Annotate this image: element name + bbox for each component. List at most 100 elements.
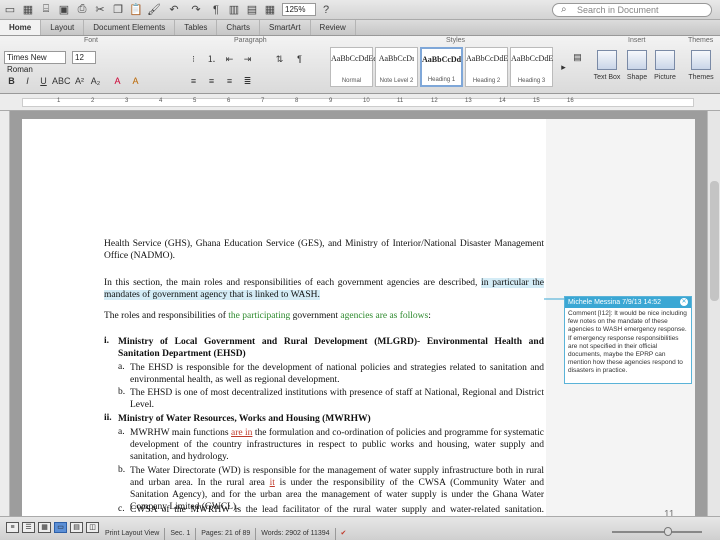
tab-layout[interactable]: Layout xyxy=(41,20,85,35)
word-count[interactable]: Words: 2902 of 11394 xyxy=(256,528,336,540)
list-marker: b. xyxy=(118,465,126,475)
list-item-ehsd-a: The EHSD is responsible for the developm… xyxy=(130,363,544,385)
align-right-icon[interactable]: ≡ xyxy=(222,74,237,88)
paragraph-mark-icon[interactable]: ¶ xyxy=(292,52,307,66)
tab-charts[interactable]: Charts xyxy=(217,20,260,35)
paste-icon[interactable]: 📋 xyxy=(128,2,144,17)
outdent-icon[interactable]: ⇤ xyxy=(222,52,237,66)
style-heading-3[interactable]: AaBbCcDdE Heading 3 xyxy=(510,47,553,87)
group-label-styles: Styles xyxy=(446,37,466,44)
style-sample: AaBbCcDdE xyxy=(511,54,554,63)
font-name-select[interactable]: Times New Roman xyxy=(4,51,66,74)
sidebar-icon[interactable]: ▥ xyxy=(226,2,242,17)
print-icon[interactable]: ⎙ xyxy=(74,2,90,17)
search-input[interactable]: ⌕ Search in Document xyxy=(552,3,712,17)
print-layout-view-icon[interactable]: ▭ xyxy=(54,522,67,533)
underline-button[interactable]: U xyxy=(36,74,51,88)
page-indicator[interactable]: Pages: 21 of 89 xyxy=(196,528,257,540)
open-icon[interactable]: ⌸ xyxy=(38,2,54,17)
format-painter-icon[interactable]: 🖌 xyxy=(146,2,162,17)
group-label-themes: Themes xyxy=(688,37,714,44)
zoom-select[interactable]: 125% xyxy=(282,3,316,16)
copy-icon[interactable]: ❐ xyxy=(110,2,126,17)
ribbon-tabs: Home Layout Document Elements Tables Cha… xyxy=(0,20,720,36)
save-icon[interactable]: ▣ xyxy=(56,2,72,17)
help-icon[interactable]: ? xyxy=(318,2,334,17)
bullets-icon[interactable]: ⁝ xyxy=(186,52,201,66)
justify-icon[interactable]: ≣ xyxy=(240,74,255,88)
numbering-icon[interactable]: ⒈ xyxy=(204,52,219,66)
close-icon[interactable]: ✕ xyxy=(680,298,688,306)
list-marker: i. xyxy=(104,336,110,346)
outline-view-icon[interactable]: ☰ xyxy=(22,522,35,533)
style-heading-2[interactable]: AaBbCcDdE Heading 2 xyxy=(465,47,508,87)
ruler-mark: 10 xyxy=(363,98,370,104)
cut-icon[interactable]: ✂ xyxy=(92,2,108,17)
publishing-view-icon[interactable]: ▦ xyxy=(38,522,51,533)
themes-icon xyxy=(691,50,711,70)
gallery-icon[interactable]: ▦ xyxy=(262,2,278,17)
styles-pane-icon[interactable]: ▤ xyxy=(570,50,585,64)
zoom-slider-knob[interactable] xyxy=(664,527,672,536)
superscript-button[interactable]: A² xyxy=(72,74,87,88)
italic-button[interactable]: I xyxy=(20,74,35,88)
font-color-icon[interactable]: A xyxy=(128,74,143,88)
paragraph-roles: The roles and responsibilities of the pa… xyxy=(104,311,431,321)
show-formatting-icon[interactable]: ¶ xyxy=(208,2,224,17)
bold-button[interactable]: B xyxy=(4,74,19,88)
ruler-mark: 13 xyxy=(465,98,472,104)
style-heading-1[interactable]: AaBbCcDd Heading 1 xyxy=(420,47,463,87)
toolbox-icon[interactable]: ▤ xyxy=(244,2,260,17)
ruler-mark: 3 xyxy=(125,98,129,104)
themes-button[interactable]: Themes xyxy=(684,50,718,88)
horizontal-ruler[interactable]: 1 2 3 4 5 6 7 8 9 10 11 12 13 14 15 16 xyxy=(0,94,720,111)
shape-icon xyxy=(627,50,647,70)
ruler-mark: 2 xyxy=(91,98,95,104)
style-note-level-2[interactable]: AaBbCcDı Note Level 2 xyxy=(375,47,418,87)
subscript-button[interactable]: A₂ xyxy=(88,74,103,88)
tab-home[interactable]: Home xyxy=(0,20,42,35)
tab-document-elements[interactable]: Document Elements xyxy=(84,20,176,35)
focus-view-icon[interactable]: ◫ xyxy=(86,522,99,533)
templates-icon[interactable]: ▦ xyxy=(20,2,36,17)
style-normal[interactable]: AaBbCcDdEe Normal xyxy=(330,47,377,87)
style-sample: AaBbCcDd xyxy=(422,55,462,64)
search-placeholder: Search in Document xyxy=(577,5,659,15)
draft-view-icon[interactable]: ≡ xyxy=(6,522,19,533)
align-left-icon[interactable]: ≡ xyxy=(186,74,201,88)
scrollbar-thumb[interactable] xyxy=(710,181,719,301)
text-box-label: Text Box xyxy=(593,74,621,81)
redo-icon[interactable]: ↷ xyxy=(186,2,206,17)
picture-button[interactable]: Picture xyxy=(648,50,682,88)
comment-balloon[interactable]: Michele Messina 7/9/13 14:52 ✕ Comment [… xyxy=(564,296,692,384)
align-center-icon[interactable]: ≡ xyxy=(204,74,219,88)
undo-icon[interactable]: ↶ xyxy=(164,2,184,17)
tab-tables[interactable]: Tables xyxy=(175,20,218,35)
proofing-icon[interactable]: ✔ xyxy=(336,528,352,540)
ruler-mark: 14 xyxy=(499,98,506,104)
list-marker: c. xyxy=(118,504,125,514)
zoom-slider[interactable] xyxy=(612,531,702,533)
sort-icon[interactable]: ⇅ xyxy=(272,52,287,66)
comment-header: Michele Messina 7/9/13 14:52 ✕ xyxy=(565,297,691,308)
left-sidebar xyxy=(0,111,10,516)
style-name: Heading 3 xyxy=(517,78,546,84)
text-box-button[interactable]: Text Box xyxy=(590,50,624,88)
indent-icon[interactable]: ⇥ xyxy=(240,52,255,66)
strikethrough-button[interactable]: ABC xyxy=(52,74,71,88)
ruler-mark: 6 xyxy=(227,98,231,104)
font-size-select[interactable]: 12 xyxy=(72,51,96,64)
heading-mlgrd: Ministry of Local Government and Rural D… xyxy=(118,337,544,359)
text-highlight-icon[interactable]: A xyxy=(110,74,125,88)
ruler-mark: 4 xyxy=(159,98,163,104)
vertical-scrollbar[interactable] xyxy=(707,111,720,516)
themes-label: Themes xyxy=(688,74,714,81)
tab-smartart[interactable]: SmartArt xyxy=(260,20,311,35)
tab-review[interactable]: Review xyxy=(311,20,356,35)
word-window: ▭ ▦ ⌸ ▣ ⎙ ✂ ❐ 📋 🖌 ↶ ↷ ¶ ▥ ▤ ▦ 125% ? ⌕ S… xyxy=(0,0,720,540)
ruler-mark: 11 xyxy=(397,98,404,104)
notebook-view-icon[interactable]: ▤ xyxy=(70,522,83,533)
new-icon[interactable]: ▭ xyxy=(2,2,18,17)
tracked-insertion: agencies are as follows xyxy=(340,311,429,321)
styles-scroll-icon[interactable]: ▸ xyxy=(556,60,571,74)
